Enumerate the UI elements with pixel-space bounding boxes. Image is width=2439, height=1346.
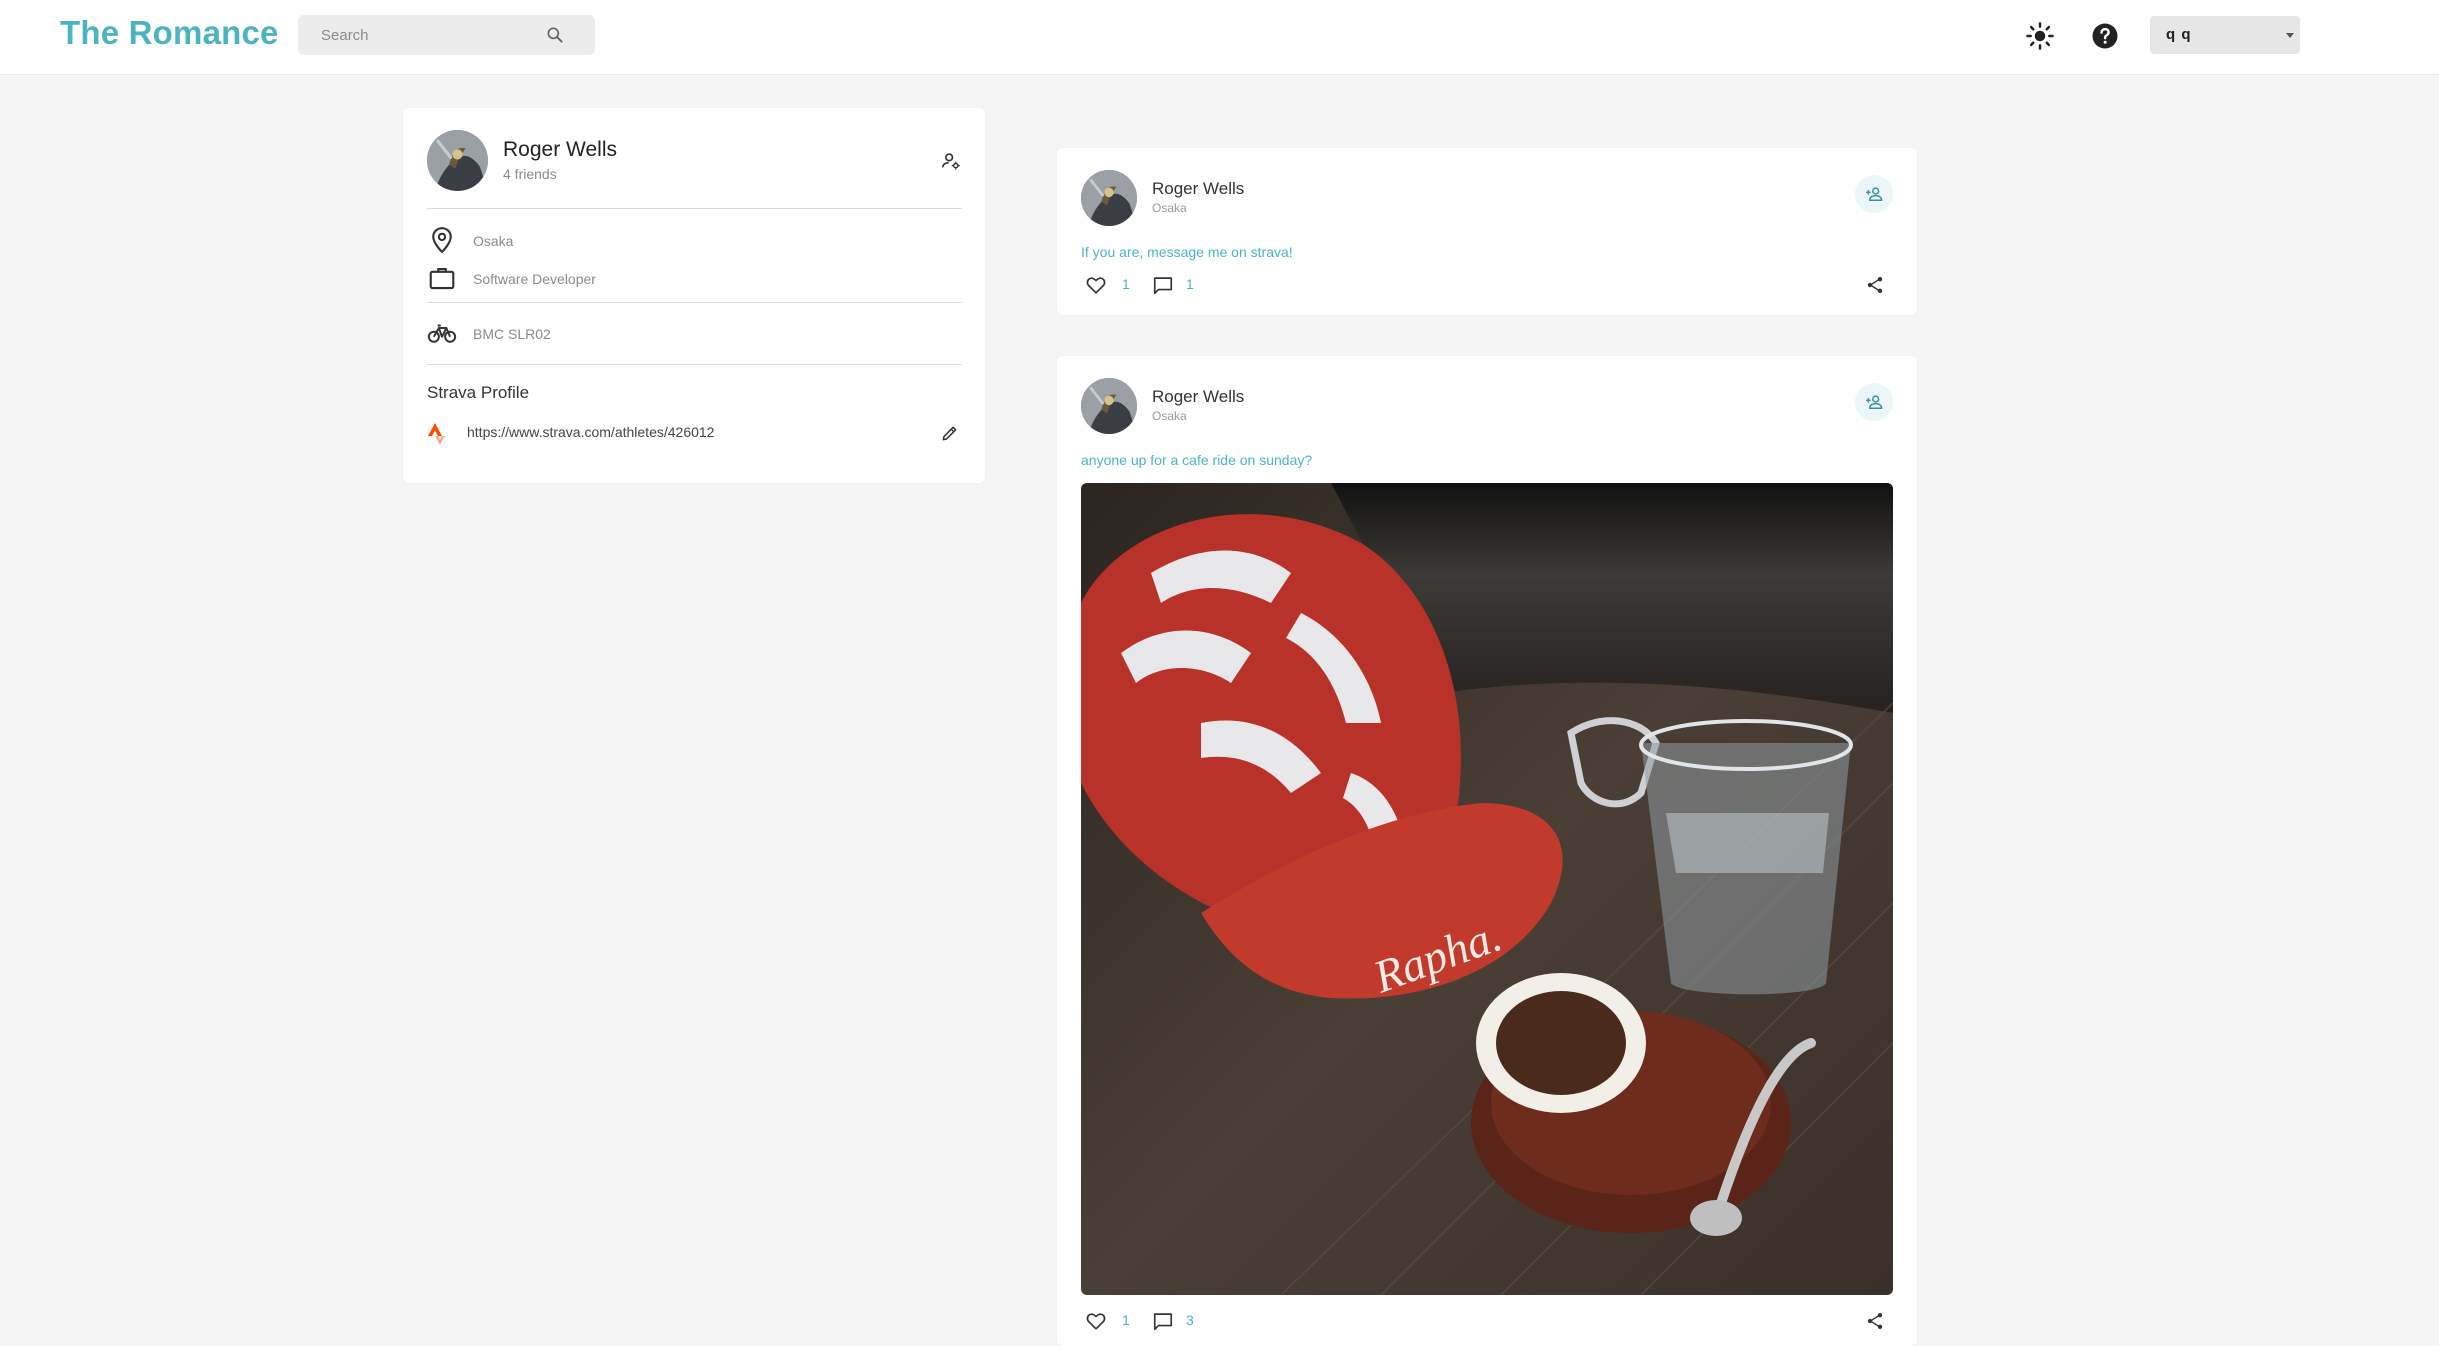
person-add-icon — [1866, 187, 1883, 201]
divider — [427, 364, 962, 365]
chevron-down-icon — [2286, 33, 2294, 38]
profile-job: Software Developer — [473, 271, 596, 287]
profile-bike: BMC SLR02 — [473, 326, 551, 342]
post-author-location: Osaka — [1152, 201, 1187, 215]
profile-friend-count: 4 friends — [503, 166, 557, 182]
profile-card: Roger Wells 4 friends Osaka Software Dev… — [403, 108, 985, 483]
share-icon[interactable] — [1865, 1311, 1885, 1331]
app-logo[interactable]: The Romance — [60, 14, 279, 52]
comment-count: 1 — [1186, 276, 1194, 292]
comment-icon[interactable] — [1152, 274, 1174, 296]
like-heart-icon[interactable] — [1085, 1310, 1107, 1332]
top-navbar: The Romance q q — [0, 0, 2439, 75]
post-card: Roger Wells Osaka If you are, message me… — [1057, 148, 1917, 315]
search-icon[interactable] — [545, 25, 565, 45]
post-author-name[interactable]: Roger Wells — [1152, 387, 1244, 407]
strava-icon — [428, 423, 445, 445]
comment-icon[interactable] — [1152, 1310, 1174, 1332]
divider — [427, 302, 962, 303]
search-bar[interactable] — [298, 15, 595, 55]
manage-accounts-icon[interactable] — [940, 150, 962, 172]
post-author-location: Osaka — [1152, 409, 1187, 423]
post-text: If you are, message me on strava! — [1081, 244, 1293, 260]
bicycle-icon — [427, 324, 457, 343]
like-count: 1 — [1122, 276, 1130, 292]
person-add-icon — [1866, 395, 1883, 409]
share-icon[interactable] — [1865, 275, 1885, 295]
profile-avatar[interactable] — [427, 130, 488, 191]
post-card: Roger Wells Osaka anyone up for a cafe r… — [1057, 356, 1917, 1346]
add-friend-button[interactable] — [1855, 383, 1893, 421]
profile-location: Osaka — [473, 233, 514, 249]
help-icon[interactable] — [2090, 21, 2120, 51]
strava-profile-link[interactable]: https://www.strava.com/athletes/426012 — [467, 424, 714, 440]
search-input[interactable] — [298, 15, 561, 55]
like-count: 1 — [1122, 1312, 1130, 1328]
user-menu-value: q q — [2166, 26, 2192, 43]
post-photo[interactable]: Rapha. — [1081, 483, 1893, 1295]
sun-icon[interactable] — [2025, 21, 2055, 51]
strava-section-title: Strava Profile — [427, 383, 530, 402]
post-author-avatar[interactable] — [1081, 170, 1137, 226]
divider — [427, 208, 962, 209]
post-author-avatar[interactable] — [1081, 378, 1137, 434]
post-author-name[interactable]: Roger Wells — [1152, 179, 1244, 199]
location-pin-icon — [432, 227, 452, 254]
user-menu-select[interactable]: q q — [2150, 16, 2300, 54]
edit-pencil-icon[interactable] — [940, 423, 960, 443]
profile-name: Roger Wells — [503, 138, 617, 161]
post-text: anyone up for a cafe ride on sunday? — [1081, 452, 1313, 468]
briefcase-icon — [429, 267, 455, 290]
add-friend-button[interactable] — [1855, 175, 1893, 213]
comment-count: 3 — [1186, 1312, 1194, 1328]
like-heart-icon[interactable] — [1085, 274, 1107, 296]
